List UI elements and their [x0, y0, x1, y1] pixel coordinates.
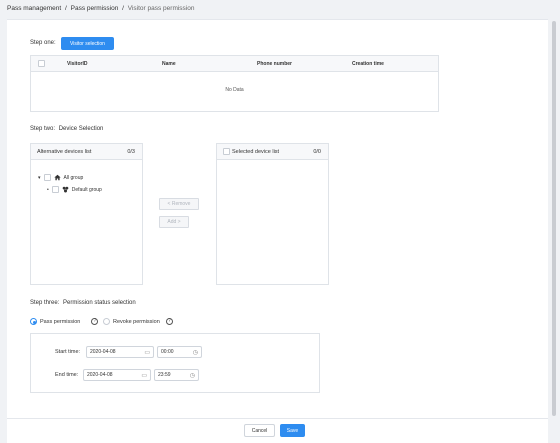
- selected-devices-panel: Selected device list 0/0: [216, 143, 329, 285]
- table-header: VisitorID Name Phone number Creation tim…: [31, 56, 438, 72]
- clock-icon: ◷: [192, 350, 198, 356]
- tree-node-all-group[interactable]: ▾ All group: [38, 174, 83, 181]
- save-button[interactable]: Save: [280, 424, 305, 437]
- alternative-devices-header: Alternative devices list 0/3: [31, 144, 142, 160]
- breadcrumb-separator: /: [65, 5, 67, 12]
- selected-devices-title: Selected device list: [232, 149, 280, 155]
- step-two-title: Device Selection: [58, 126, 104, 132]
- tree-node-default-group[interactable]: • Default group: [47, 186, 102, 193]
- tree-node-label: All group: [63, 174, 84, 181]
- end-date-value: 2020-04-08: [87, 372, 113, 378]
- help-icon[interactable]: ?: [165, 318, 173, 325]
- pass-permission-label: Pass permission: [40, 318, 81, 325]
- step-one-label: Step one:: [30, 40, 56, 46]
- caret-down-icon[interactable]: ▾: [38, 175, 41, 181]
- start-time-value: 00:00: [161, 349, 174, 355]
- no-data-text: No Data: [225, 87, 244, 93]
- clock-icon: ◷: [189, 373, 195, 379]
- visitor-table: VisitorID Name Phone number Creation tim…: [30, 55, 439, 112]
- alternative-devices-count: 0/3: [127, 149, 135, 155]
- visitor-selection-button[interactable]: Visitor selection: [61, 37, 114, 50]
- cancel-button[interactable]: Cancel: [244, 424, 275, 437]
- tree-node-label: Default group: [71, 186, 102, 193]
- revoke-permission-option[interactable]: Revoke permission ?: [103, 318, 173, 325]
- column-name: Name: [162, 61, 176, 67]
- main-panel: Step one: Visitor selection VisitorID Na…: [7, 19, 548, 418]
- step-three-label: Step three: Permission status selection: [30, 300, 136, 306]
- breadcrumb-pass-management[interactable]: Pass management: [7, 5, 61, 12]
- calendar-icon: ▭: [144, 350, 150, 356]
- time-settings-box: Start time: 2020-04-08 ▭ 00:00 ◷ End tim…: [30, 333, 320, 393]
- add-button[interactable]: Add >: [159, 216, 189, 228]
- start-time-input[interactable]: 00:00 ◷: [157, 346, 202, 358]
- column-phone-number: Phone number: [257, 61, 293, 67]
- all-group-checkbox[interactable]: [43, 174, 51, 181]
- start-date-value: 2020-04-08: [90, 349, 116, 355]
- breadcrumb-pass-permission[interactable]: Pass permission: [71, 5, 119, 12]
- home-icon: [53, 174, 61, 181]
- step-two-prefix: Step two:: [30, 126, 56, 132]
- breadcrumb: Pass management / Pass permission / Visi…: [7, 5, 194, 12]
- revoke-permission-label: Revoke permission: [113, 318, 160, 325]
- help-icon[interactable]: ?: [91, 318, 99, 325]
- remove-button[interactable]: < Remove: [159, 198, 199, 210]
- end-time-input[interactable]: 23:59 ◷: [154, 369, 199, 381]
- end-time-value: 23:59: [158, 372, 171, 378]
- scrollbar-thumb[interactable]: [552, 21, 556, 416]
- pass-permission-radio[interactable]: [30, 318, 37, 325]
- select-all-checkbox[interactable]: [38, 60, 45, 67]
- alternative-devices-title: Alternative devices list: [37, 149, 92, 155]
- start-time-label: Start time:: [55, 349, 81, 355]
- start-date-input[interactable]: 2020-04-08 ▭: [86, 346, 154, 358]
- end-date-input[interactable]: 2020-04-08 ▭: [83, 369, 151, 381]
- breadcrumb-current: Visitor pass permission: [127, 5, 195, 12]
- alternative-devices-panel: Alternative devices list 0/3 ▾ All group…: [30, 143, 143, 285]
- scrollbar[interactable]: [548, 19, 560, 443]
- step-two-label: Step two: Device Selection: [30, 126, 103, 132]
- column-visitor-id: VisitorID: [67, 61, 88, 67]
- step-three-title: Permission status selection: [63, 300, 136, 306]
- pass-permission-option[interactable]: Pass permission ?: [30, 318, 99, 325]
- revoke-permission-radio[interactable]: [103, 318, 110, 325]
- breadcrumb-separator: /: [122, 5, 124, 12]
- footer-bar: Cancel Save: [7, 418, 548, 443]
- end-time-label: End time:: [55, 372, 79, 378]
- selected-devices-count: 0/0: [313, 149, 321, 155]
- group-icon: [62, 186, 69, 193]
- default-group-checkbox[interactable]: [51, 186, 59, 193]
- column-creation-time: Creation time: [352, 61, 384, 67]
- step-three-prefix: Step three:: [30, 300, 60, 306]
- calendar-icon: ▭: [141, 373, 147, 379]
- selected-devices-header: Selected device list 0/0: [217, 144, 328, 160]
- select-all-selected-checkbox[interactable]: [223, 148, 230, 155]
- bullet-icon: •: [47, 186, 49, 193]
